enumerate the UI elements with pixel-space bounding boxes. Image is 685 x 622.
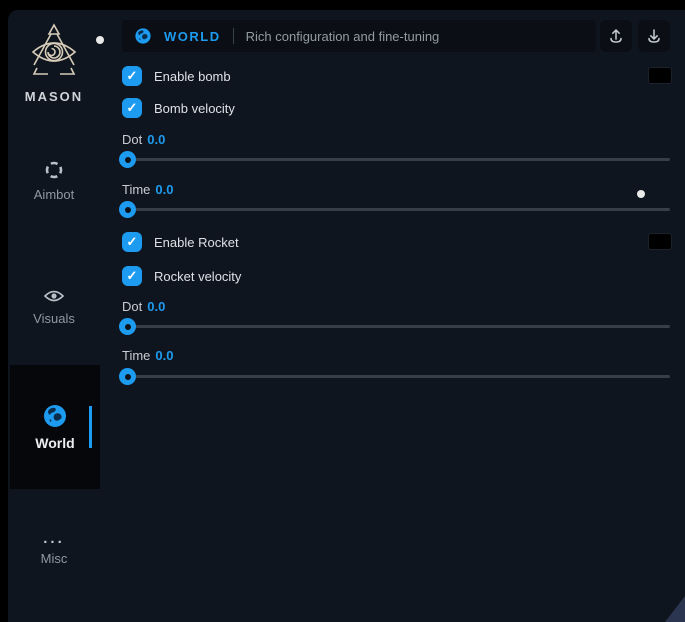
slider-label: Time0.0 <box>122 348 173 363</box>
rocket-dot-slider[interactable] <box>122 325 670 328</box>
bomb-dot-slider[interactable] <box>122 158 670 161</box>
checkbox-label: Enable Rocket <box>154 235 239 250</box>
bomb-color-swatch[interactable] <box>648 67 672 84</box>
slider-value: 0.0 <box>147 299 165 314</box>
sidebar-item-world-panel: World <box>10 365 100 489</box>
masonic-eye-icon <box>28 67 80 84</box>
sidebar-item-label: Visuals <box>33 311 75 326</box>
setting-row: Enable Rocket <box>122 232 670 252</box>
selected-indicator-bar <box>89 406 92 448</box>
ellipsis-icon: ... <box>43 534 65 544</box>
rocket-velocity-checkbox[interactable] <box>122 266 142 286</box>
slider-handle[interactable] <box>119 151 136 168</box>
download-icon <box>646 28 662 44</box>
slider-handle[interactable] <box>119 201 136 218</box>
enable-rocket-checkbox[interactable] <box>122 232 142 252</box>
slider-handle[interactable] <box>119 318 136 335</box>
rocket-time-slider[interactable] <box>122 375 670 378</box>
slider-label: Time0.0 <box>122 182 173 197</box>
import-config-button[interactable] <box>638 20 670 52</box>
header-divider <box>233 28 234 44</box>
export-config-button[interactable] <box>600 20 632 52</box>
logo-text: MASON <box>8 89 100 104</box>
sidebar-item-label: Aimbot <box>34 187 74 202</box>
enable-bomb-checkbox[interactable] <box>122 66 142 86</box>
checkbox-label: Bomb velocity <box>154 101 235 116</box>
slider-label: Dot0.0 <box>122 132 165 147</box>
setting-row: Rocket velocity <box>122 266 670 286</box>
slider-value: 0.0 <box>155 348 173 363</box>
sidebar-item-label: World <box>35 435 74 451</box>
app-window: MASON Aimbot Visuals <box>8 10 685 622</box>
slider-label: Dot0.0 <box>122 299 165 314</box>
eye-icon <box>43 288 65 304</box>
setting-row: Enable bomb <box>122 66 670 86</box>
rocket-color-swatch[interactable] <box>648 233 672 250</box>
sidebar-item-visuals[interactable]: Visuals <box>8 288 100 326</box>
sidebar-item-aimbot[interactable]: Aimbot <box>8 160 100 202</box>
sidebar-item-label: Misc <box>41 551 68 566</box>
page-subtitle: Rich configuration and fine-tuning <box>246 29 440 44</box>
sidebar-item-world[interactable]: World <box>10 403 100 451</box>
page-title: WORLD <box>164 29 221 44</box>
logo: MASON <box>8 22 100 104</box>
desktop-corner <box>665 596 685 622</box>
sidebar: MASON Aimbot Visuals <box>8 10 100 622</box>
slider-value: 0.0 <box>147 132 165 147</box>
slider-handle[interactable] <box>119 368 136 385</box>
setting-row: Bomb velocity <box>122 98 670 118</box>
content-panel: WORLD Rich configuration and fine-tuning <box>122 10 670 622</box>
slider-value: 0.0 <box>155 182 173 197</box>
crosshair-icon <box>44 160 64 180</box>
cursor-dot <box>96 36 104 44</box>
page-header: WORLD Rich configuration and fine-tuning <box>122 20 596 52</box>
checkbox-label: Rocket velocity <box>154 269 241 284</box>
upload-icon <box>608 28 624 44</box>
globe-icon <box>42 403 68 429</box>
bomb-time-slider[interactable] <box>122 208 670 211</box>
globe-icon <box>134 27 152 45</box>
sidebar-item-misc[interactable]: ... Misc <box>8 534 100 566</box>
bomb-velocity-checkbox[interactable] <box>122 98 142 118</box>
cursor-dot <box>637 190 645 198</box>
checkbox-label: Enable bomb <box>154 69 231 84</box>
